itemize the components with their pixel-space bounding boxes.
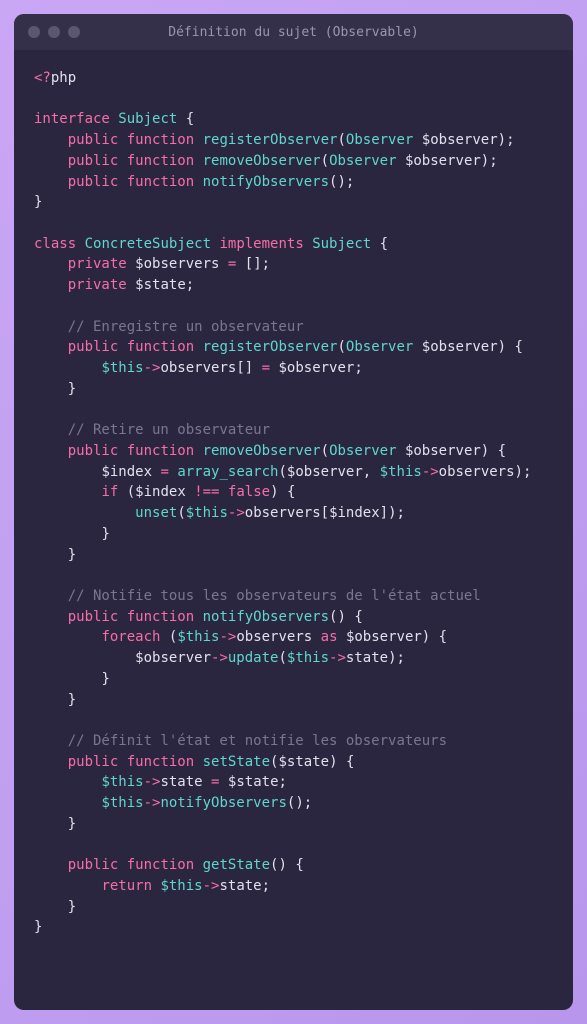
minimize-icon[interactable] bbox=[48, 26, 60, 38]
code-content: <?php interface Subject { public functio… bbox=[14, 50, 573, 1010]
maximize-icon[interactable] bbox=[68, 26, 80, 38]
window-title: Définition du sujet (Observable) bbox=[168, 25, 418, 40]
close-icon[interactable] bbox=[28, 26, 40, 38]
window-controls bbox=[28, 26, 80, 38]
php-open-tag: <? bbox=[34, 70, 51, 86]
code-window: Définition du sujet (Observable) <?php i… bbox=[14, 14, 573, 1010]
titlebar: Définition du sujet (Observable) bbox=[14, 14, 573, 50]
